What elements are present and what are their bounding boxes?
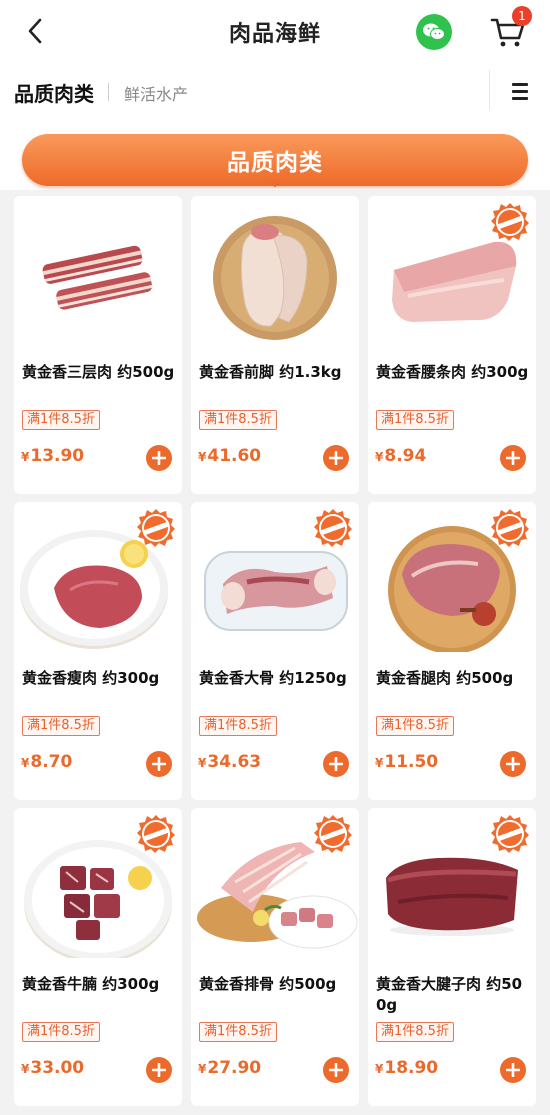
plus-icon bbox=[329, 757, 343, 771]
plus-icon bbox=[506, 1063, 520, 1077]
product-name[interactable]: 黄金香腿肉 约500g bbox=[376, 668, 532, 689]
product-image[interactable] bbox=[191, 196, 359, 346]
top-bar: 肉品海鲜 1 bbox=[0, 0, 550, 64]
promo-badge-icon bbox=[490, 202, 530, 242]
add-to-cart-button[interactable] bbox=[323, 445, 349, 471]
product-name[interactable]: 黄金香前脚 约1.3kg bbox=[199, 362, 355, 383]
category-divider bbox=[108, 83, 109, 101]
product-card[interactable]: 黄金香前脚 约1.3kg 满1件8.5折 ¥41.60 bbox=[191, 196, 359, 494]
menu-icon-bar bbox=[512, 82, 528, 86]
product-card[interactable]: 黄金香腿肉 约500g 满1件8.5折 ¥11.50 bbox=[368, 502, 536, 800]
product-name[interactable]: 黄金香大骨 约1250g bbox=[199, 668, 355, 689]
category-scroll-fade bbox=[450, 70, 490, 110]
add-to-cart-button[interactable] bbox=[146, 751, 172, 777]
add-to-cart-button[interactable] bbox=[146, 1057, 172, 1083]
price-value: 33.00 bbox=[30, 1058, 85, 1078]
menu-icon-bar bbox=[512, 89, 528, 93]
product-price: ¥33.00 bbox=[21, 1058, 84, 1078]
currency-symbol: ¥ bbox=[375, 450, 384, 464]
category-tab-meat[interactable]: 品质肉类 bbox=[14, 78, 94, 107]
product-price: ¥27.90 bbox=[198, 1058, 261, 1078]
add-to-cart-button[interactable] bbox=[500, 445, 526, 471]
promo-badge-icon bbox=[313, 814, 353, 854]
discount-badge: 满1件8.5折 bbox=[22, 1022, 100, 1042]
product-name[interactable]: 黄金香瘦肉 约300g bbox=[22, 668, 178, 689]
add-to-cart-button[interactable] bbox=[323, 1057, 349, 1083]
category-menu-button[interactable] bbox=[506, 78, 534, 104]
product-name[interactable]: 黄金香牛腩 约300g bbox=[22, 974, 178, 995]
currency-symbol: ¥ bbox=[198, 450, 207, 464]
price-value: 18.90 bbox=[384, 1058, 439, 1078]
plus-icon bbox=[152, 757, 166, 771]
category-bar: 品质肉类 鲜活水产 bbox=[0, 64, 550, 118]
currency-symbol: ¥ bbox=[198, 1062, 207, 1076]
discount-badge: 满1件8.5折 bbox=[199, 716, 277, 736]
product-price: ¥8.94 bbox=[375, 446, 426, 466]
currency-symbol: ¥ bbox=[375, 1062, 384, 1076]
product-card[interactable]: 黄金香腰条肉 约300g 满1件8.5折 ¥8.94 bbox=[368, 196, 536, 494]
section-banner: 品质肉类 bbox=[22, 134, 528, 186]
product-card[interactable]: 黄金香大腱子肉 约500g 满1件8.5折 ¥18.90 bbox=[368, 808, 536, 1106]
price-value: 11.50 bbox=[384, 752, 439, 772]
cart-count-badge: 1 bbox=[512, 6, 532, 26]
wechat-icon bbox=[423, 23, 445, 40]
page-title: 肉品海鲜 bbox=[228, 22, 321, 47]
product-card[interactable]: 黄金香三层肉 约500g 满1件8.5折 ¥13.90 bbox=[14, 196, 182, 494]
promo-badge-icon bbox=[490, 508, 530, 548]
product-price: ¥13.90 bbox=[21, 446, 84, 466]
add-to-cart-button[interactable] bbox=[500, 751, 526, 777]
price-value: 27.90 bbox=[207, 1058, 262, 1078]
discount-badge: 满1件8.5折 bbox=[376, 410, 454, 430]
currency-symbol: ¥ bbox=[21, 1062, 30, 1076]
section-title: 品质肉类 bbox=[227, 150, 323, 176]
currency-symbol: ¥ bbox=[198, 756, 207, 770]
add-to-cart-button[interactable] bbox=[500, 1057, 526, 1083]
plus-icon bbox=[152, 451, 166, 465]
plus-icon bbox=[506, 757, 520, 771]
price-value: 13.90 bbox=[30, 446, 85, 466]
discount-badge: 满1件8.5折 bbox=[199, 410, 277, 430]
currency-symbol: ¥ bbox=[21, 756, 30, 770]
product-price: ¥34.63 bbox=[198, 752, 261, 772]
product-price: ¥41.60 bbox=[198, 446, 261, 466]
promo-badge-icon bbox=[490, 814, 530, 854]
discount-badge: 满1件8.5折 bbox=[22, 716, 100, 736]
promo-badge-icon bbox=[313, 508, 353, 548]
product-card[interactable]: 黄金香排骨 约500g 满1件8.5折 ¥27.90 bbox=[191, 808, 359, 1106]
discount-badge: 满1件8.5折 bbox=[22, 410, 100, 430]
plus-icon bbox=[152, 1063, 166, 1077]
plus-icon bbox=[329, 1063, 343, 1077]
product-price: ¥18.90 bbox=[375, 1058, 438, 1078]
price-value: 8.94 bbox=[384, 446, 427, 466]
product-card[interactable]: 黄金香瘦肉 约300g 满1件8.5折 ¥8.70 bbox=[14, 502, 182, 800]
plus-icon bbox=[329, 451, 343, 465]
wechat-share-button[interactable] bbox=[416, 14, 452, 50]
category-tab-seafood[interactable]: 鲜活水产 bbox=[124, 81, 188, 105]
product-card[interactable]: 黄金香牛腩 约300g 满1件8.5折 ¥33.00 bbox=[14, 808, 182, 1106]
product-card[interactable]: 黄金香大骨 约1250g 满1件8.5折 ¥34.63 bbox=[191, 502, 359, 800]
product-image[interactable] bbox=[14, 196, 182, 346]
product-price: ¥11.50 bbox=[375, 752, 438, 772]
product-price: ¥8.70 bbox=[21, 752, 72, 772]
product-name[interactable]: 黄金香大腱子肉 约500g bbox=[376, 974, 532, 1016]
product-name[interactable]: 黄金香腰条肉 约300g bbox=[376, 362, 532, 383]
chevron-down-icon bbox=[270, 181, 280, 188]
add-to-cart-button[interactable] bbox=[146, 445, 172, 471]
product-name[interactable]: 黄金香排骨 约500g bbox=[199, 974, 355, 995]
menu-icon-bar bbox=[512, 96, 528, 100]
plus-icon bbox=[506, 451, 520, 465]
promo-badge-icon bbox=[136, 814, 176, 854]
product-name[interactable]: 黄金香三层肉 约500g bbox=[22, 362, 178, 383]
discount-badge: 满1件8.5折 bbox=[376, 716, 454, 736]
add-to-cart-button[interactable] bbox=[323, 751, 349, 777]
price-value: 41.60 bbox=[207, 446, 262, 466]
currency-symbol: ¥ bbox=[21, 450, 30, 464]
currency-symbol: ¥ bbox=[375, 756, 384, 770]
promo-badge-icon bbox=[136, 508, 176, 548]
discount-badge: 满1件8.5折 bbox=[376, 1022, 454, 1042]
discount-badge: 满1件8.5折 bbox=[199, 1022, 277, 1042]
price-value: 8.70 bbox=[30, 752, 73, 772]
price-value: 34.63 bbox=[207, 752, 262, 772]
